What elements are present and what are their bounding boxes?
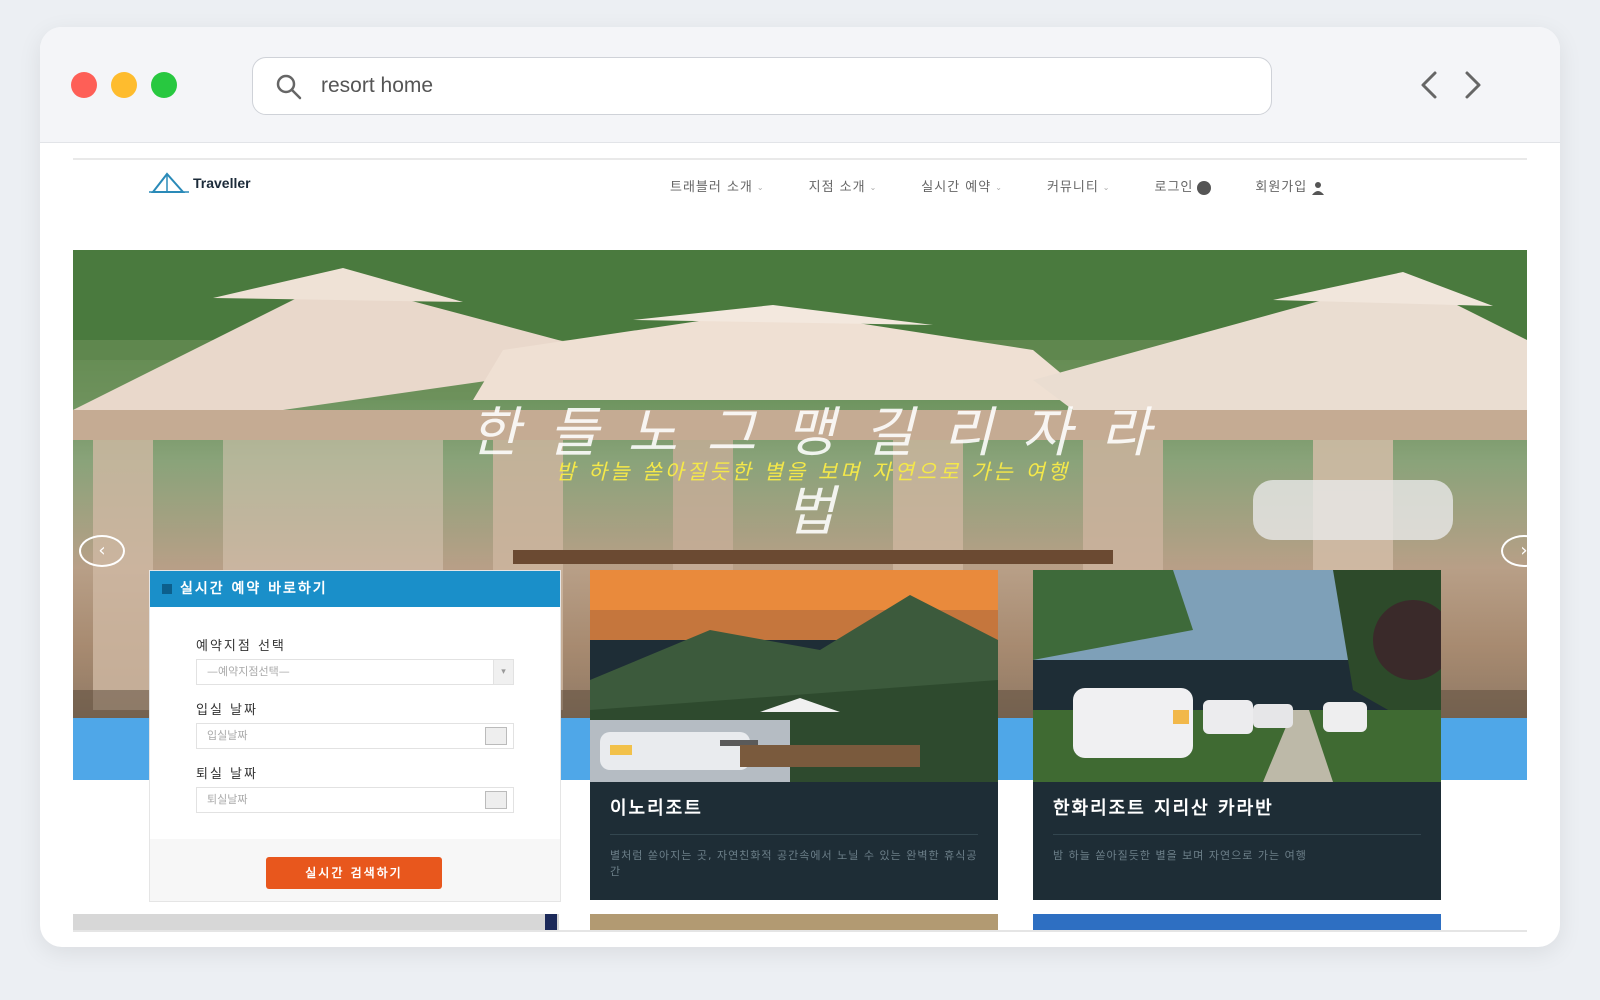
menu-item-branches[interactable]: 지점 소개 ⌄ [787, 176, 900, 200]
menu-item-signup[interactable]: 회원가입 [1233, 176, 1347, 200]
address-input[interactable] [321, 68, 1241, 104]
site-logo[interactable]: Traveller [149, 168, 251, 198]
reservation-form: 예약지점 선택 —예약지점선택— ▾ 입실 날짜 입실날짜 퇴실 날짜 퇴실날짜 [150, 607, 560, 839]
realtime-search-button[interactable]: 실시간 검색하기 [266, 857, 442, 889]
menu-item-label: 실시간 예약 [921, 180, 992, 195]
slider-prev-button[interactable]: ‹ [79, 535, 125, 567]
logo-text: Traveller [193, 175, 251, 191]
chevron-down-icon: ⌄ [1102, 183, 1111, 192]
calendar-icon[interactable] [485, 791, 507, 809]
menu-item-label: 커뮤니티 [1046, 180, 1099, 195]
chevron-down-icon: ⌄ [995, 183, 1003, 192]
back-button[interactable] [1410, 65, 1450, 105]
branch-select-value: —예약지점선택— [207, 665, 290, 678]
resort-card-title: 이노리조트 [610, 798, 703, 819]
resort-card-description: 별처럼 쏟아지는 곳, 자연친화적 공간속에서 노닐 수 있는 완벽한 휴식공간 [610, 849, 978, 878]
minimize-window-button[interactable] [111, 72, 137, 98]
web-page: Traveller 트래블러 소개 ⌄ 지점 소개 ⌄ 실시간 예약 ⌄ 커뮤니… [73, 158, 1527, 947]
checkin-placeholder: 입실날짜 [207, 729, 248, 742]
resort-card-description: 밤 하늘 쏟아질듯한 별을 보며 자연으로 가는 여행 [1053, 849, 1307, 862]
reservation-heading: 실시간 예약 바로하기 [180, 581, 328, 597]
chevron-down-icon: ⌄ [869, 183, 878, 192]
checkin-date-input[interactable]: 입실날짜 [196, 723, 514, 749]
resort-card-title: 한화리조트 지리산 카라반 [1053, 798, 1274, 819]
maximize-window-button[interactable] [151, 72, 177, 98]
checkin-label: 입실 날짜 [196, 703, 258, 718]
main-menu: 트래블러 소개 ⌄ 지점 소개 ⌄ 실시간 예약 ⌄ 커뮤니티 ⌄ 로그인 회원… [648, 176, 1347, 200]
menu-item-label: 로그인 [1154, 180, 1194, 195]
tent-logo-icon [149, 172, 189, 193]
site-header: Traveller 트래블러 소개 ⌄ 지점 소개 ⌄ 실시간 예약 ⌄ 커뮤니… [73, 160, 1527, 224]
browser-toolbar [40, 27, 1560, 143]
menu-item-label: 지점 소개 [808, 180, 866, 195]
menu-item-label: 트래블러 소개 [670, 180, 753, 195]
login-icon [1197, 181, 1212, 195]
chevron-left-icon [1421, 71, 1437, 99]
resort-card[interactable]: 이노리조트 별처럼 쏟아지는 곳, 자연친화적 공간속에서 노닐 수 있는 완벽… [590, 570, 998, 900]
menu-item-about[interactable]: 트래블러 소개 ⌄ [648, 176, 787, 200]
menu-item-label: 회원가입 [1255, 180, 1308, 195]
next-card-preview [1033, 914, 1441, 930]
chevron-right-icon [1465, 71, 1481, 99]
checkout-label: 퇴실 날짜 [196, 767, 258, 782]
reservation-panel: 실시간 예약 바로하기 예약지점 선택 —예약지점선택— ▾ 입실 날짜 입실날… [149, 570, 561, 902]
checkout-placeholder: 퇴실날짜 [207, 793, 248, 806]
reservation-header: 실시간 예약 바로하기 [150, 571, 560, 607]
chevron-down-icon: ⌄ [756, 183, 765, 192]
menu-item-login[interactable]: 로그인 [1132, 176, 1233, 200]
branch-label: 예약지점 선택 [196, 639, 286, 654]
hero-subtitle: 밤 하늘 쏟아질듯한 별을 보며 자연으로 가는 여행 [555, 460, 1071, 484]
browser-window: Traveller 트래블러 소개 ⌄ 지점 소개 ⌄ 실시간 예약 ⌄ 커뮤니… [40, 27, 1560, 947]
menu-item-community[interactable]: 커뮤니티 ⌄ [1025, 176, 1133, 200]
next-card-preview [590, 914, 998, 930]
bottom-scroll-strip [73, 914, 559, 930]
bottom-divider [73, 930, 1527, 932]
address-bar[interactable] [252, 57, 1272, 115]
resort-photo [1033, 570, 1441, 782]
checkout-date-input[interactable]: 퇴실날짜 [196, 787, 514, 813]
forward-button[interactable] [1452, 65, 1492, 105]
bottom-strip-marker [545, 914, 557, 930]
square-icon [162, 584, 172, 594]
user-icon [1312, 182, 1325, 195]
card-divider [610, 834, 978, 835]
resort-photo [590, 570, 998, 782]
menu-item-reservation[interactable]: 실시간 예약 ⌄ [899, 176, 1025, 200]
branch-select[interactable]: —예약지점선택— ▾ [196, 659, 514, 685]
resort-card[interactable]: 한화리조트 지리산 카라반 밤 하늘 쏟아질듯한 별을 보며 자연으로 가는 여… [1033, 570, 1441, 900]
calendar-icon[interactable] [485, 727, 507, 745]
card-divider [1053, 834, 1421, 835]
close-window-button[interactable] [71, 72, 97, 98]
dropdown-arrow-icon: ▾ [493, 660, 513, 684]
search-icon [276, 74, 302, 100]
